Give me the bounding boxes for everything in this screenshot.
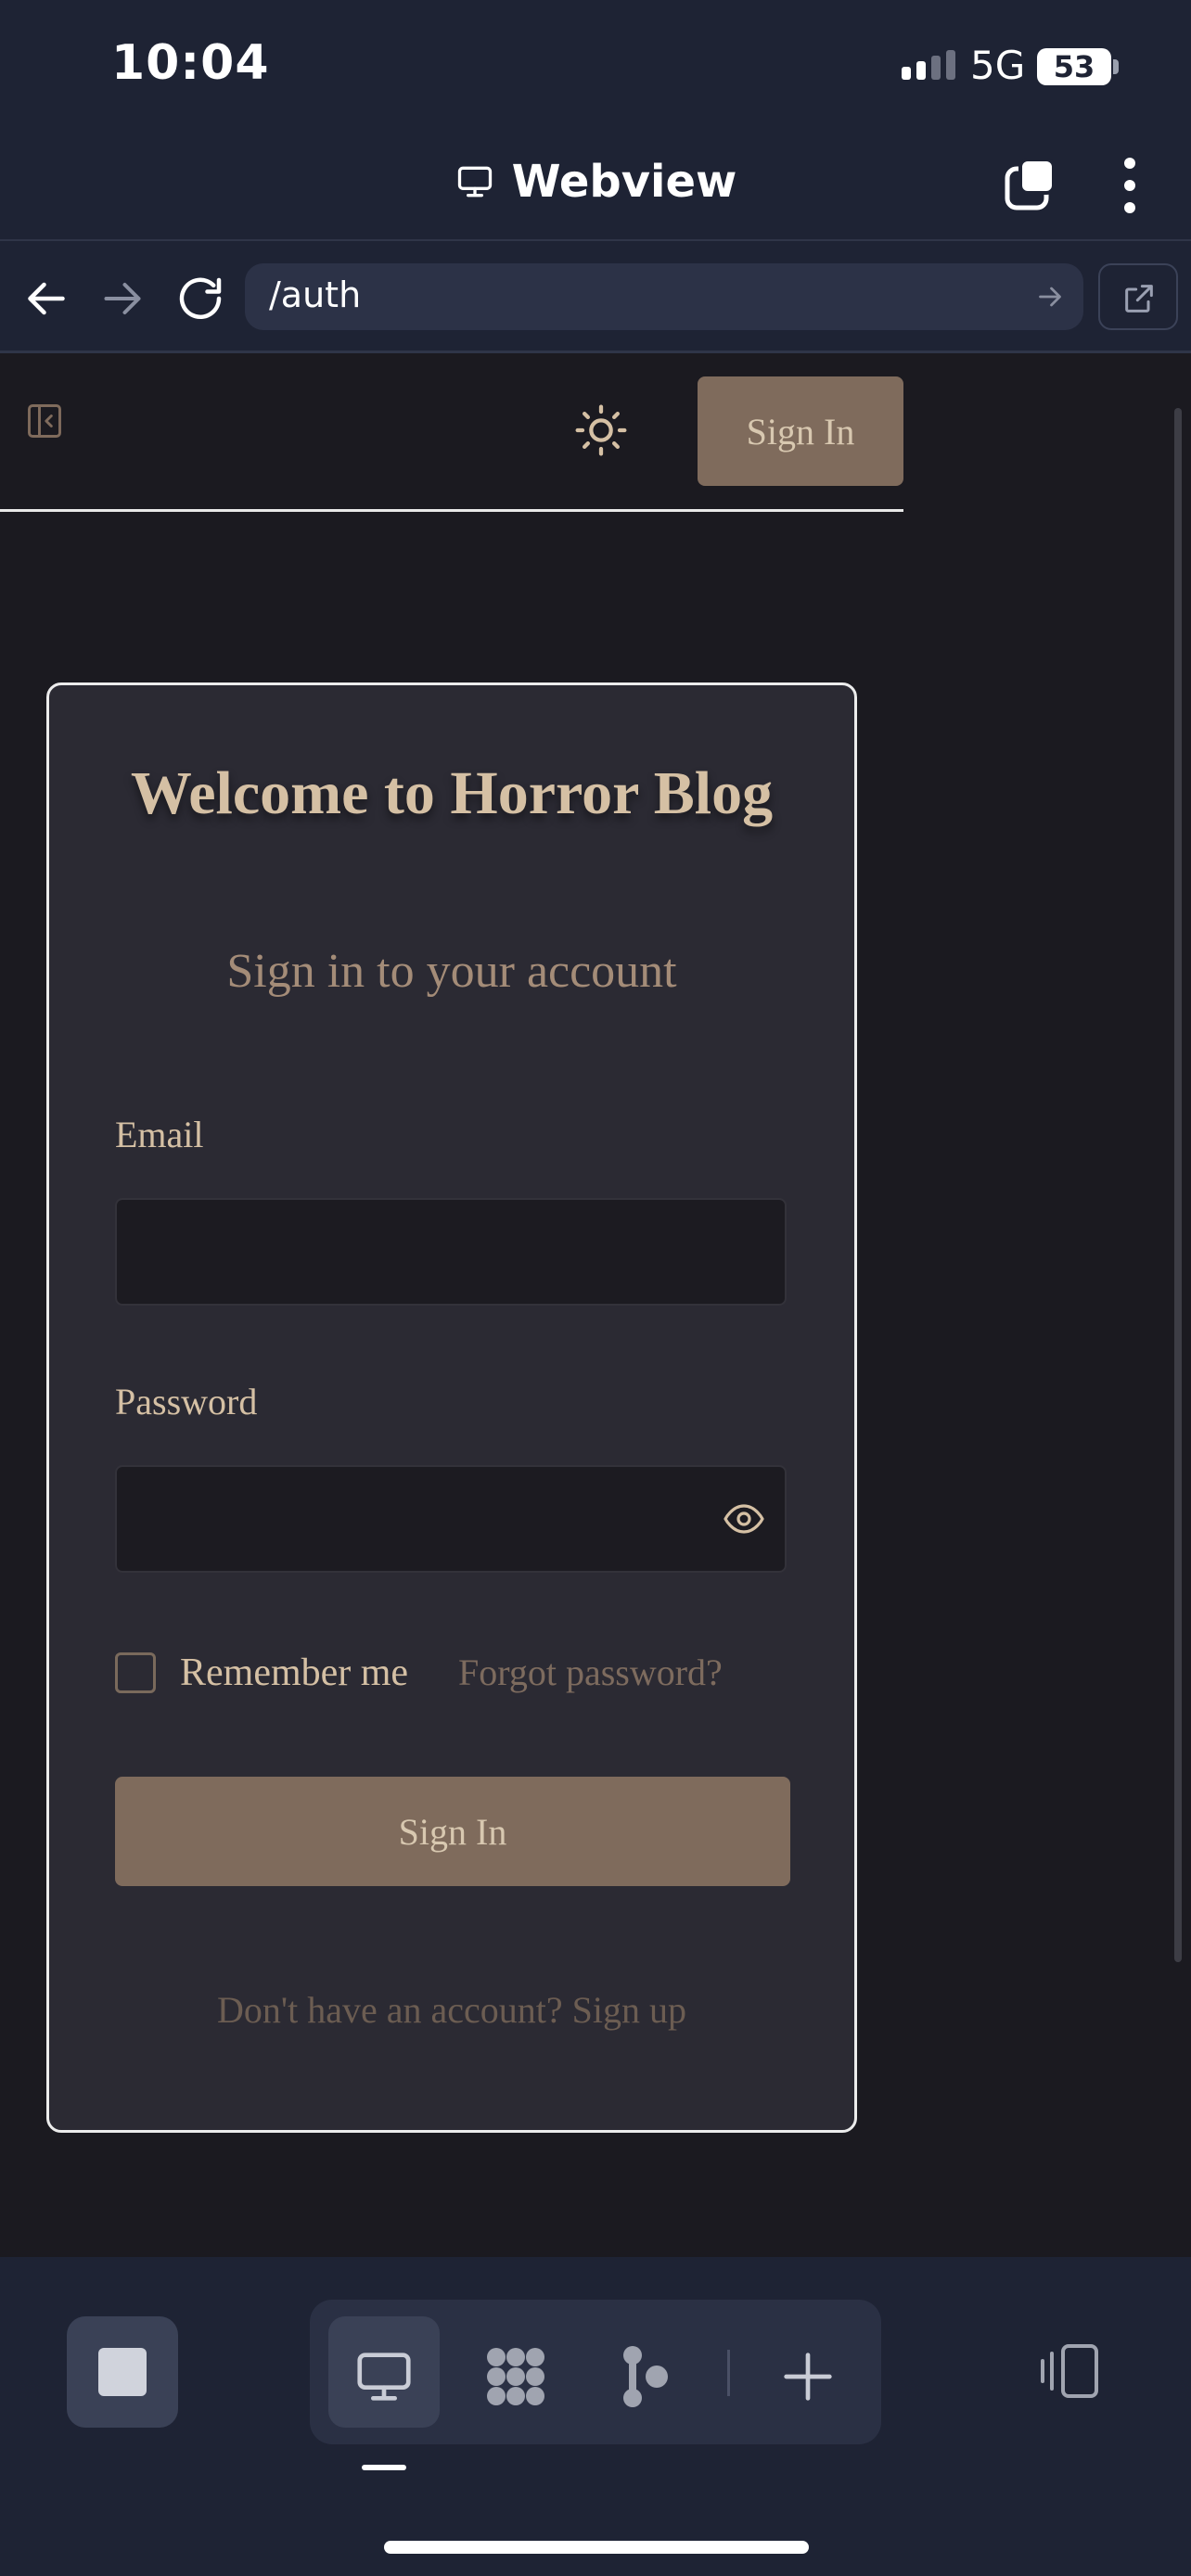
stop-icon [98, 2348, 147, 2396]
address-bar[interactable] [245, 263, 1083, 330]
page-scrollbar[interactable] [1174, 408, 1182, 1962]
grid-dots-icon [487, 2348, 544, 2405]
nav-signin-button[interactable]: Sign In [698, 376, 903, 486]
sun-icon [575, 404, 627, 456]
address-url[interactable]: /auth [269, 274, 361, 315]
plus-icon [784, 2353, 832, 2401]
branch-icon [623, 2346, 668, 2407]
network-type: 5G [970, 43, 1026, 88]
signin-submit-button[interactable]: Sign In [115, 1777, 790, 1886]
active-mode-indicator [362, 2465, 406, 2470]
stop-button[interactable] [67, 2316, 178, 2428]
remember-me-label[interactable]: Remember me [180, 1651, 408, 1695]
battery-tip [1113, 59, 1119, 74]
go-arrow-icon [1039, 287, 1061, 307]
monitor-icon [457, 166, 492, 198]
more-options-button[interactable] [1113, 158, 1146, 213]
more-vertical-icon [1124, 158, 1135, 169]
external-link-icon [1125, 285, 1153, 312]
sidebar-toggle-button[interactable] [24, 401, 65, 441]
forward-arrow-icon [104, 283, 141, 314]
email-input[interactable] [117, 1200, 785, 1304]
header-divider [0, 239, 1191, 241]
back-button[interactable] [19, 271, 74, 326]
back-arrow-icon [28, 282, 65, 315]
theme-toggle-button[interactable] [571, 401, 631, 460]
nav-underline [0, 509, 903, 512]
page-title: Welcome to Horror Blog [130, 759, 774, 827]
email-field[interactable] [115, 1198, 787, 1306]
tabs-button[interactable] [1002, 158, 1057, 213]
show-password-button[interactable] [722, 1497, 766, 1541]
device-rotate-icon [1041, 2344, 1098, 2398]
mode-branch-button[interactable] [616, 2344, 681, 2409]
password-label: Password [115, 1381, 258, 1422]
forward-button[interactable] [95, 271, 150, 326]
mode-separator [727, 2350, 730, 2396]
signal-icon [902, 50, 955, 80]
webview-title-text: Webview [511, 156, 737, 208]
device-rotate-button[interactable] [1033, 2340, 1104, 2402]
remember-me-checkbox[interactable] [115, 1652, 156, 1693]
reload-button[interactable] [173, 271, 228, 326]
tabs-icon [1005, 158, 1056, 210]
add-button[interactable] [775, 2344, 840, 2409]
mode-grid-button[interactable] [483, 2344, 548, 2409]
email-label: Email [115, 1114, 204, 1155]
go-button[interactable] [1033, 280, 1067, 313]
password-field[interactable] [115, 1465, 787, 1573]
reload-icon [179, 277, 222, 319]
page-subtitle: Sign in to your account [226, 945, 677, 998]
mode-webview-icon-wrap[interactable] [352, 2344, 416, 2409]
eye-icon [724, 1504, 764, 1534]
monitor-icon [357, 2353, 411, 2401]
open-external-button[interactable] [1098, 263, 1178, 330]
home-indicator [384, 2541, 809, 2554]
sidebar-toggle-icon [28, 404, 61, 438]
forgot-password-link[interactable]: Forgot password? [458, 1651, 723, 1694]
signup-link[interactable]: Don't have an account? Sign up [46, 1988, 857, 2032]
battery-indicator: 53 [1037, 48, 1111, 85]
status-time: 10:04 [111, 35, 270, 91]
password-input[interactable] [117, 1467, 785, 1571]
